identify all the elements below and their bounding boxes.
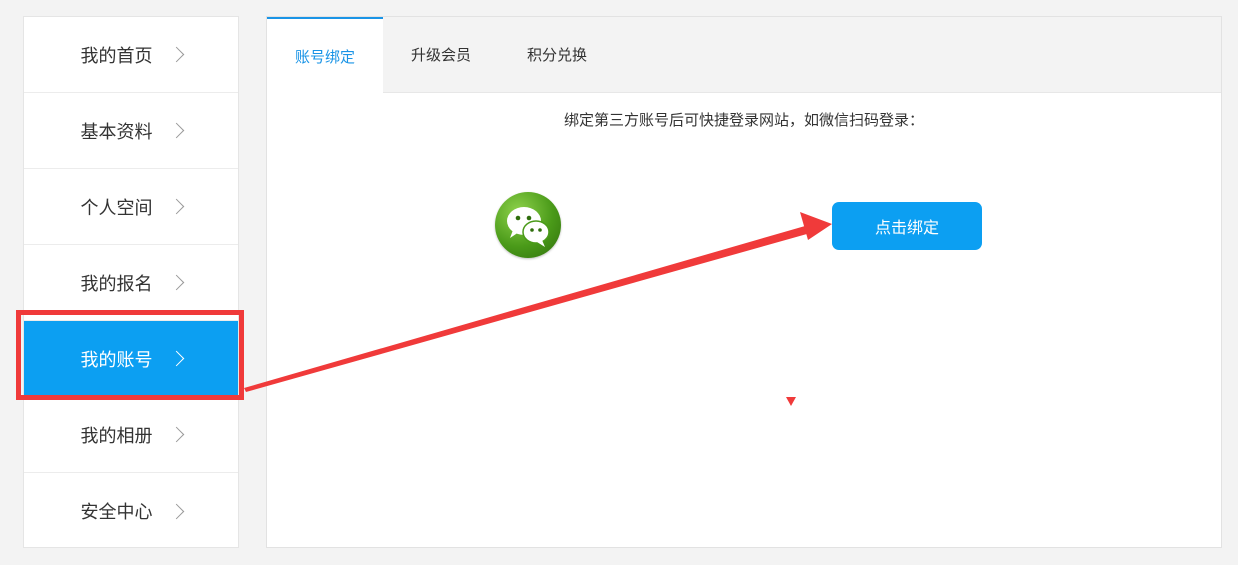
sidebar-item-profile[interactable]: 基本资料 [24,93,238,169]
sidebar: 我的首页 基本资料 个人空间 我的报名 我的账号 我的相册 安全中心 [23,16,239,548]
chevron-right-icon [168,198,184,215]
sidebar-item-label: 安全中心 [80,502,153,523]
tab-upgrade-membership[interactable]: 升级会员 [383,17,499,92]
chevron-right-icon [168,46,184,63]
sidebar-item-security[interactable]: 安全中心 [24,473,238,549]
binding-description: 绑定第三方账号后可快捷登录网站，如微信扫码登录： [563,111,924,129]
sidebar-item-account[interactable]: 我的账号 [24,321,238,397]
tab-points-exchange[interactable]: 积分兑换 [499,17,615,92]
sidebar-item-label: 我的报名 [80,273,153,295]
sidebar-item-home[interactable]: 我的首页 [24,17,238,93]
chevron-right-icon [168,122,184,139]
sidebar-item-label: 我的首页 [80,45,153,67]
sidebar-item-personal-space[interactable]: 个人空间 [24,169,238,245]
wechat-icon [495,192,561,258]
main-panel: 账号绑定 升级会员 积分兑换 绑定第三方账号后可快捷登录网站，如微信扫码登录： … [266,16,1222,548]
sidebar-item-label: 我的账号 [80,349,153,371]
sidebar-item-album[interactable]: 我的相册 [24,397,238,473]
chevron-right-icon [168,503,184,519]
tab-bar: 账号绑定 升级会员 积分兑换 [267,17,1221,93]
tab-account-binding[interactable]: 账号绑定 [267,17,384,93]
sidebar-item-label: 我的相册 [80,425,153,447]
chevron-right-icon [168,426,184,443]
sidebar-item-label: 个人空间 [80,197,153,219]
sidebar-item-label: 基本资料 [80,121,153,143]
sidebar-item-registrations[interactable]: 我的报名 [24,245,238,321]
chevron-right-icon [168,274,184,291]
bind-button[interactable]: 点击绑定 [832,202,982,250]
chevron-right-icon [168,350,184,367]
